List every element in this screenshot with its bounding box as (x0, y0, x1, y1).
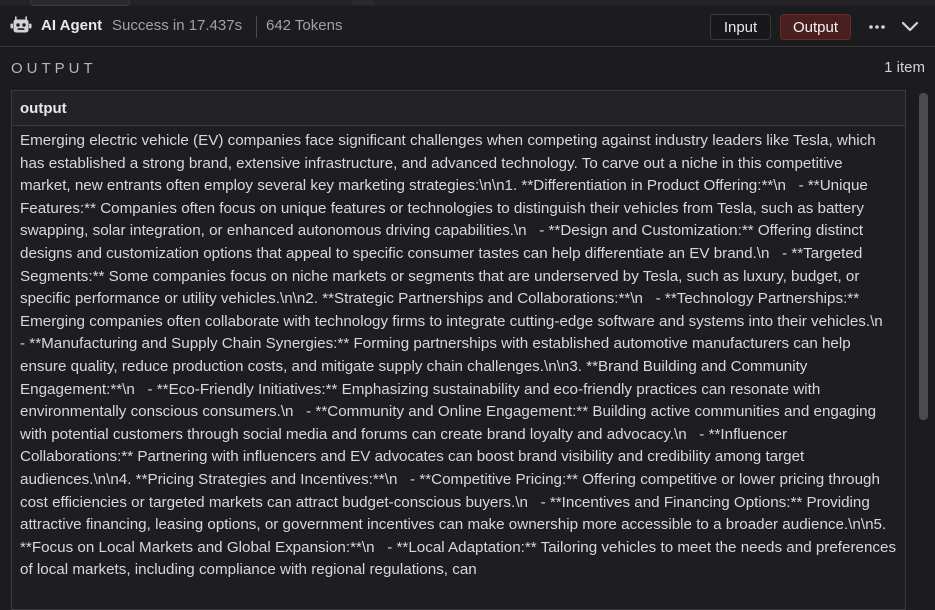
token-count: 642 Tokens (266, 17, 343, 34)
more-horizontal-icon[interactable] (866, 17, 888, 37)
output-panel: output Emerging electric vehicle (EV) co… (11, 90, 906, 610)
execution-status: Success in 17.437s (112, 17, 243, 34)
output-section-title: OUTPUT (11, 60, 97, 77)
input-tab-button[interactable]: Input (710, 14, 771, 40)
output-field-header: output (12, 91, 905, 126)
robot-icon (10, 15, 32, 37)
node-header: AI Agent Success in 17.437s 642 Tokens I… (0, 6, 935, 47)
output-text[interactable]: Emerging electric vehicle (EV) companies… (12, 126, 905, 582)
header-divider (256, 16, 257, 38)
output-field-name: output (20, 99, 67, 117)
item-count: 1 item (884, 59, 925, 76)
node-tab-fragment (352, 0, 374, 5)
scrollbar-thumb[interactable] (919, 93, 928, 420)
agent-name: AI Agent (41, 17, 103, 34)
chevron-down-icon[interactable] (900, 17, 920, 37)
output-tab-button[interactable]: Output (780, 14, 851, 40)
